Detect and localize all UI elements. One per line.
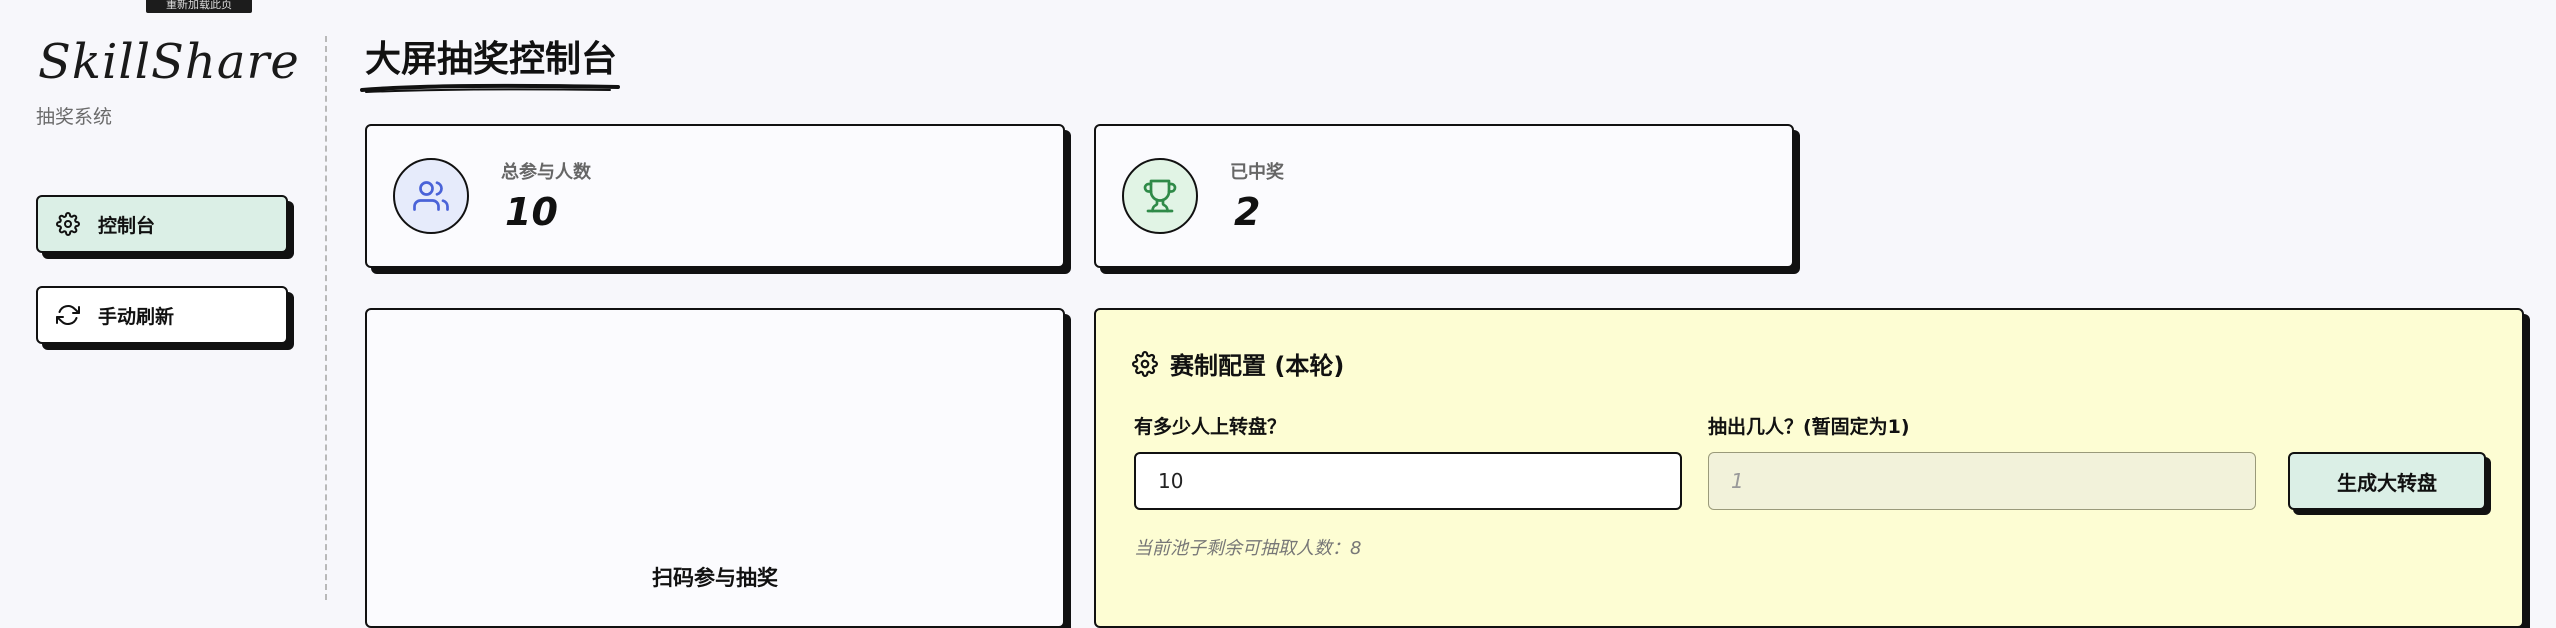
sidebar-item-label: 控制台 (98, 214, 156, 237)
title-underline (360, 83, 620, 93)
remaining-pool-text: 当前池子剩余可抽取人数：8 (1134, 538, 1362, 559)
gear-icon (56, 212, 80, 236)
trophy-icon (1122, 158, 1198, 234)
sidebar-divider (325, 36, 327, 600)
sidebar-item-label: 手动刷新 (98, 305, 175, 328)
brand-logo: SkillShare (38, 34, 300, 90)
config-panel: 赛制配置 (本轮) 有多少人上转盘？ 抽出几人？(暂固定为1) 生成大转盘 当前… (1094, 308, 2524, 628)
reload-tooltip: 重新加载此页 (146, 0, 252, 13)
qr-panel: 扫码参与抽奖 (365, 308, 1065, 628)
refresh-icon (56, 303, 80, 327)
sidebar-item-console[interactable]: 控制台 (36, 195, 288, 253)
wheel-count-label: 有多少人上转盘？ (1134, 416, 1287, 438)
draw-count-label: 抽出几人？(暂固定为1) (1708, 416, 1910, 438)
wheel-count-input[interactable] (1134, 452, 1682, 510)
gear-icon (1132, 350, 1158, 377)
config-header: 赛制配置 (本轮) (1132, 346, 1344, 381)
participants-value: 10 (505, 190, 558, 234)
winners-stat-card: 已中奖 2 (1094, 124, 1794, 268)
winners-value: 2 (1234, 190, 1261, 234)
draw-count-input (1708, 452, 2256, 510)
generate-wheel-button[interactable]: 生成大转盘 (2288, 452, 2486, 510)
sidebar-item-refresh[interactable]: 手动刷新 (36, 286, 288, 344)
config-title: 赛制配置 (本轮) (1170, 352, 1345, 380)
participants-label: 总参与人数 (501, 162, 591, 183)
brand-subtitle: 抽奖系统 (36, 106, 113, 128)
users-icon (393, 158, 469, 234)
participants-stat-card: 总参与人数 10 (365, 124, 1065, 268)
qr-panel-title: 扫码参与抽奖 (652, 566, 778, 590)
page-title: 大屏抽奖控制台 (365, 39, 618, 80)
winners-label: 已中奖 (1230, 162, 1284, 183)
